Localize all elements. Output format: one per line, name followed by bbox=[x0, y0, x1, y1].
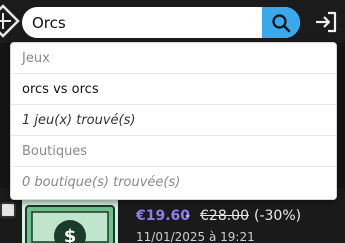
search-input[interactable] bbox=[22, 7, 262, 38]
search-bar bbox=[22, 7, 300, 38]
search-button[interactable] bbox=[262, 7, 300, 38]
top-bar bbox=[0, 0, 345, 43]
shops-count: 0 boutique(s) trouvée(s) bbox=[22, 175, 181, 190]
deal-date: 11/01/2025 à 19:21 bbox=[136, 230, 255, 243]
search-icon bbox=[272, 13, 291, 32]
game-result-item[interactable]: orcs vs orcs bbox=[11, 74, 336, 105]
deal-price-current: €19.60 bbox=[136, 208, 191, 224]
sidebar-toggle-icon[interactable] bbox=[0, 202, 16, 218]
games-count: 1 jeu(x) trouvé(s) bbox=[11, 105, 336, 136]
diamond-logo-icon[interactable] bbox=[0, 4, 20, 38]
search-suggestions: Jeux orcs vs orcs 1 jeu(x) trouvé(s) Bou… bbox=[10, 42, 337, 200]
login-arrow-icon[interactable] bbox=[314, 11, 338, 33]
deal-discount: (-30%) bbox=[254, 208, 302, 224]
section-header-games: Jeux bbox=[11, 43, 336, 74]
deal-price-old: €28.00 bbox=[200, 208, 249, 224]
deal-price-separator: - bbox=[185, 208, 191, 224]
svg-text:$: $ bbox=[64, 226, 77, 243]
section-header-shops: Boutiques bbox=[11, 136, 336, 167]
